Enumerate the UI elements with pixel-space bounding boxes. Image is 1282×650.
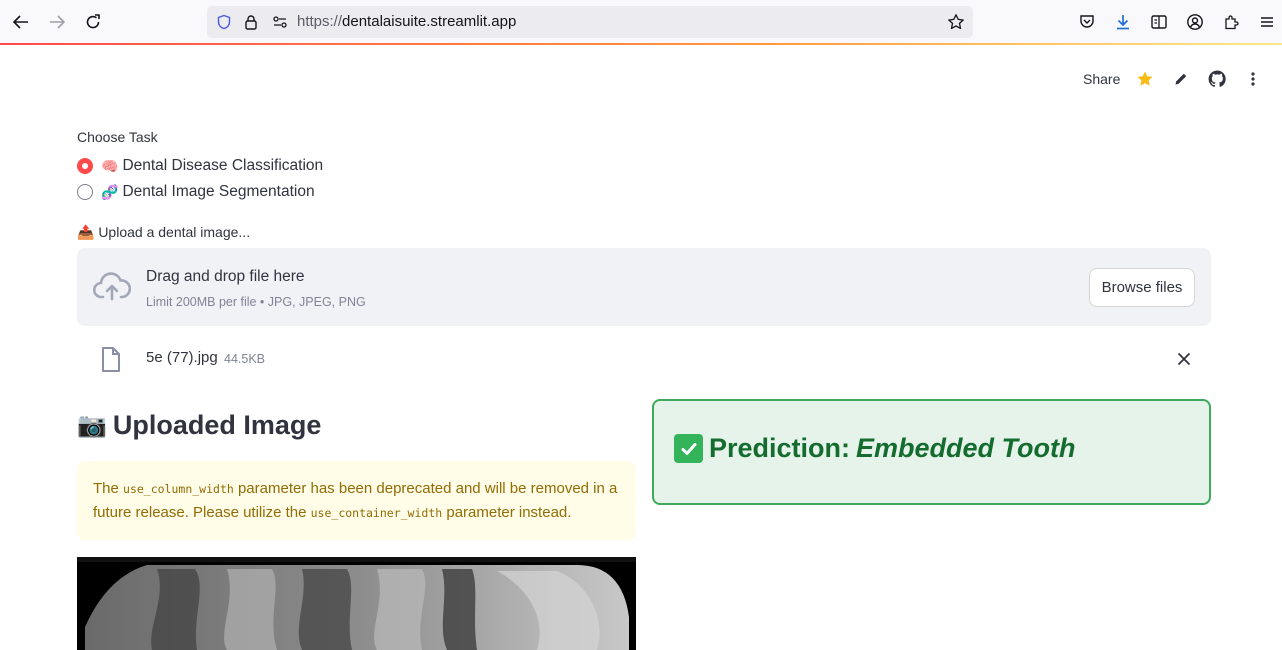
brain-icon: 🧠 [101, 157, 119, 174]
reader-view-icon[interactable] [1148, 11, 1170, 33]
edit-pencil-icon[interactable] [1171, 69, 1191, 89]
permissions-icon[interactable] [269, 11, 291, 33]
radio-label: Dental Disease Classification [122, 157, 324, 174]
file-name: 5e (77).jpg [146, 349, 218, 366]
forward-icon[interactable] [45, 10, 69, 34]
uploaded-image-heading: 📷 Uploaded Image [77, 410, 321, 441]
radio-label: Dental Image Segmentation [122, 183, 315, 200]
file-size: 44.5KB [224, 352, 266, 366]
browse-files-button[interactable]: Browse files [1089, 268, 1195, 307]
account-icon[interactable] [1184, 11, 1206, 33]
downloads-icon[interactable] [1112, 11, 1134, 33]
url-bar[interactable]: https://dentalaisuite.streamlit.app [207, 6, 973, 38]
back-icon[interactable] [9, 10, 33, 34]
uploader-label: 📤 Upload a dental image... [77, 224, 251, 240]
lock-icon[interactable] [240, 11, 262, 33]
remove-file-icon[interactable] [1177, 352, 1191, 371]
shield-icon[interactable] [213, 11, 235, 33]
radio-unselected[interactable] [77, 184, 93, 200]
dropzone-subtitle: Limit 200MB per file • JPG, JPEG, PNG [146, 295, 366, 309]
heading-text: Uploaded Image [112, 410, 322, 440]
task-label: Choose Task [77, 129, 158, 145]
uploaded-file-row: 5e (77).jpg 44.5KB [77, 340, 1211, 378]
radio-option-segmentation[interactable]: 🧬 Dental Image Segmentation [77, 181, 315, 203]
reload-icon[interactable] [81, 10, 105, 34]
share-button[interactable]: Share [1083, 71, 1120, 87]
url-text[interactable]: https://dentalaisuite.streamlit.app [297, 13, 516, 30]
more-options-icon[interactable] [1243, 69, 1263, 89]
prediction-text: Prediction: Embedded Tooth [674, 433, 1076, 464]
deprecation-warning: The use_column_width parameter has been … [77, 461, 636, 540]
favorite-star-icon[interactable] [1135, 69, 1155, 89]
pocket-icon[interactable] [1076, 11, 1098, 33]
dna-icon: 🧬 [101, 183, 119, 200]
cloud-upload-icon [92, 270, 132, 307]
prediction-alert: Prediction: Embedded Tooth [652, 399, 1211, 505]
uploaded-xray-image [77, 557, 636, 650]
browser-toolbar: https://dentalaisuite.streamlit.app [0, 0, 1282, 43]
check-mark-icon [674, 434, 703, 463]
dropzone-title: Drag and drop file here [146, 268, 305, 285]
file-dropzone[interactable]: Drag and drop file here Limit 200MB per … [77, 248, 1211, 326]
camera-icon: 📷 [77, 412, 107, 439]
menu-icon[interactable] [1256, 11, 1278, 33]
prediction-value: Embedded Tooth [856, 433, 1076, 463]
file-icon [101, 347, 121, 378]
github-icon[interactable] [1207, 69, 1227, 89]
page-load-progress [0, 43, 1282, 45]
extensions-icon[interactable] [1220, 11, 1242, 33]
prediction-label: Prediction: [709, 433, 851, 463]
radio-option-classification[interactable]: 🧠 Dental Disease Classification [77, 155, 323, 177]
radio-selected[interactable] [77, 158, 93, 174]
bookmark-star-icon[interactable] [945, 11, 967, 33]
